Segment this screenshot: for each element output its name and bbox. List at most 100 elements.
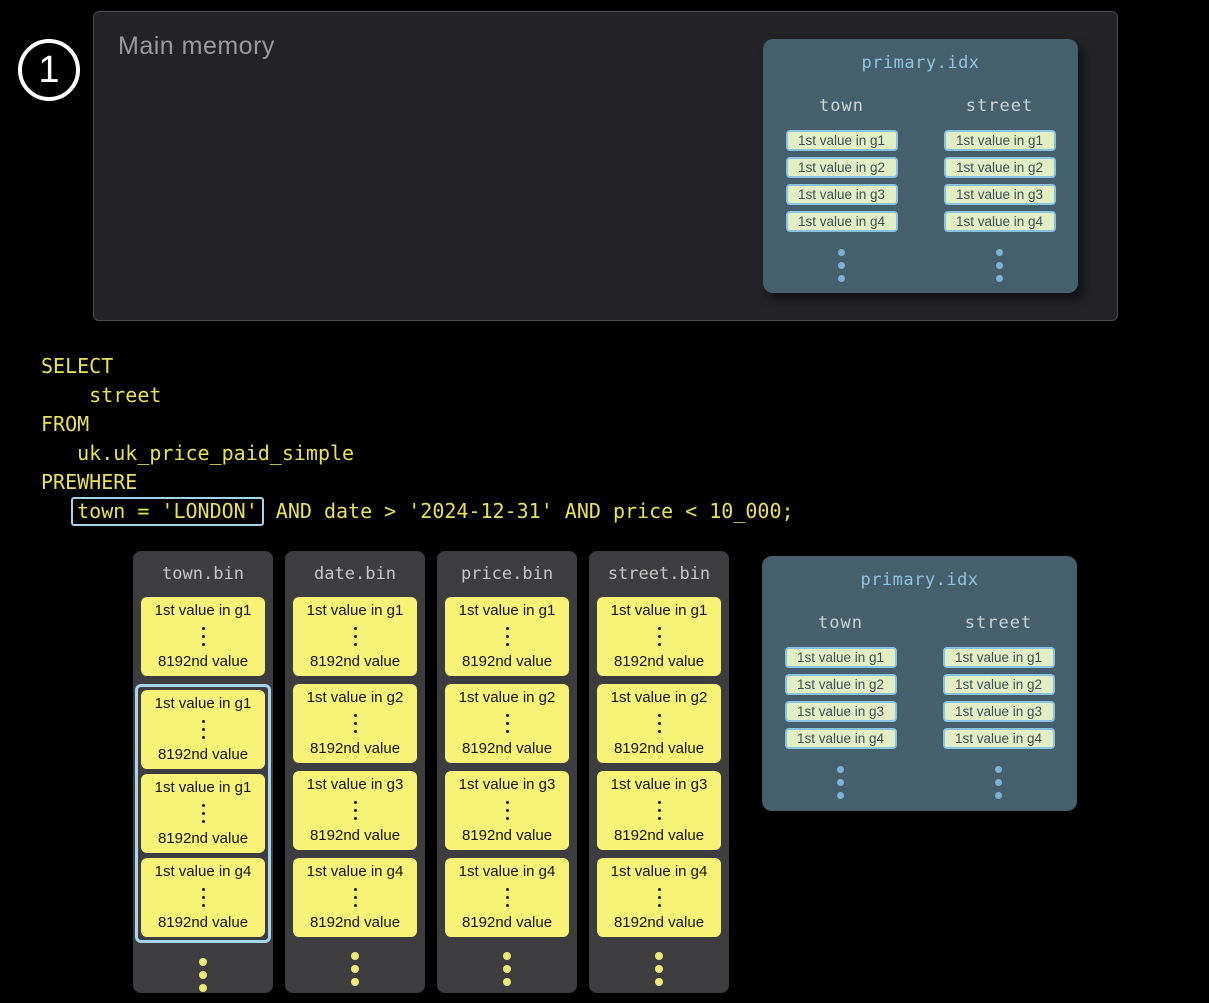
ellipsis-dots: [838, 246, 845, 285]
ellipsis-dot: [354, 627, 357, 630]
granule-first-value: 1st value in g1: [155, 696, 252, 711]
granule-last-value: 8192nd value: [158, 831, 248, 846]
pidx-column-header: street: [966, 96, 1033, 116]
sql-line: SELECT: [41, 352, 794, 381]
ellipsis-dots: [354, 885, 357, 909]
granule-last-value: 8192nd value: [310, 654, 400, 669]
ellipsis-dot: [658, 896, 661, 899]
granule-first-value: 1st value in g4: [459, 864, 556, 879]
index-entry-chip: 1st value in g2: [786, 157, 898, 178]
ellipsis-dot: [506, 904, 509, 907]
step-number-badge: 1: [18, 39, 80, 101]
ellipsis-dots: [589, 949, 729, 988]
granule-first-value: 1st value in g3: [459, 777, 556, 792]
ellipsis-dot: [655, 978, 663, 986]
column-file-town-bin: town.bin 1st value in g18192nd value1st …: [133, 551, 273, 993]
granule-first-value: 1st value in g2: [611, 690, 708, 705]
ellipsis-dot: [354, 801, 357, 804]
ellipsis-dot: [503, 952, 511, 960]
column-file-date-bin: date.bin 1st value in g18192nd value1st …: [285, 551, 425, 993]
granule-last-value: 8192nd value: [614, 654, 704, 669]
primary-idx-columns: town1st value in g11st value in g21st va…: [762, 613, 1077, 802]
ellipsis-dots: [133, 955, 273, 994]
primary-idx-columns: town1st value in g11st value in g21st va…: [763, 96, 1078, 285]
ellipsis-dot: [354, 896, 357, 899]
granule-block: 1st value in g18192nd value: [293, 597, 417, 676]
granule-first-value: 1st value in g2: [307, 690, 404, 705]
index-entry-chip: 1st value in g3: [944, 184, 1056, 205]
ellipsis-dots: [202, 885, 205, 909]
prewhere-highlight-box: town = 'LONDON': [71, 497, 264, 526]
main-memory-panel: Main memory primary.idx town1st value in…: [93, 11, 1118, 321]
granule-last-value: 8192nd value: [158, 654, 248, 669]
ellipsis-dots: [995, 763, 1002, 802]
column-file-price-bin: price.bin 1st value in g18192nd value1st…: [437, 551, 577, 993]
diagram-canvas: 1 Main memory primary.idx town1st value …: [0, 0, 1209, 1003]
ellipsis-dots: [506, 885, 509, 909]
ellipsis-dot: [506, 896, 509, 899]
ellipsis-dot: [996, 275, 1003, 282]
ellipsis-dot: [658, 801, 661, 804]
ellipsis-dots: [202, 717, 205, 741]
ellipsis-dots: [354, 711, 357, 735]
ellipsis-dots: [202, 801, 205, 825]
sql-line: uk.uk_price_paid_simple: [41, 439, 794, 468]
ellipsis-dots: [285, 949, 425, 988]
ellipsis-dot: [202, 635, 205, 638]
ellipsis-dot: [506, 809, 509, 812]
ellipsis-dots: [837, 763, 844, 802]
column-file-street-bin: street.bin 1st value in g18192nd value1s…: [589, 551, 729, 993]
ellipsis-dot: [655, 952, 663, 960]
ellipsis-dot: [838, 262, 845, 269]
ellipsis-dot: [354, 714, 357, 717]
sql-line-prewhere-predicates: town = 'LONDON' AND date > '2024-12-31' …: [41, 497, 794, 526]
index-entry-chip: 1st value in g4: [785, 728, 897, 749]
bin-title: town.bin: [133, 564, 273, 584]
ellipsis-dot: [202, 728, 205, 731]
sql-rest: AND date > '2024-12-31' AND price < 10_0…: [264, 499, 794, 523]
granule-block: 1st value in g18192nd value: [141, 774, 265, 853]
granule-last-value: 8192nd value: [310, 828, 400, 843]
ellipsis-dot: [837, 792, 844, 799]
main-memory-label: Main memory: [118, 32, 275, 61]
pidx-column-street: street1st value in g11st value in g21st …: [940, 96, 1060, 285]
granule-block: 1st value in g28192nd value: [293, 684, 417, 763]
ellipsis-dot: [658, 635, 661, 638]
granule-block: 1st value in g18192nd value: [445, 597, 569, 676]
ellipsis-dot: [658, 904, 661, 907]
pidx-column-town: town1st value in g11st value in g21st va…: [782, 96, 902, 285]
index-entry-chip: 1st value in g4: [786, 211, 898, 232]
ellipsis-dot: [506, 730, 509, 733]
ellipsis-dot: [506, 635, 509, 638]
ellipsis-dots: [658, 711, 661, 735]
ellipsis-dot: [658, 627, 661, 630]
granule-block: 1st value in g48192nd value: [141, 858, 265, 937]
granule-first-value: 1st value in g1: [155, 603, 252, 618]
ellipsis-dots: [354, 798, 357, 822]
sql-line: street: [41, 381, 794, 410]
ellipsis-dot: [658, 714, 661, 717]
granule-last-value: 8192nd value: [462, 915, 552, 930]
index-entry-chip: 1st value in g2: [785, 674, 897, 695]
ellipsis-dot: [658, 722, 661, 725]
granule-last-value: 8192nd value: [462, 654, 552, 669]
ellipsis-dot: [202, 736, 205, 739]
ellipsis-dot: [202, 904, 205, 907]
granule-block: 1st value in g38192nd value: [445, 771, 569, 850]
ellipsis-dot: [199, 958, 207, 966]
granule-last-value: 8192nd value: [462, 741, 552, 756]
ellipsis-dot: [202, 804, 205, 807]
ellipsis-dot: [202, 896, 205, 899]
ellipsis-dot: [838, 275, 845, 282]
granule-block: 1st value in g48192nd value: [293, 858, 417, 937]
index-entry-chip: 1st value in g3: [786, 184, 898, 205]
granule-first-value: 1st value in g4: [307, 864, 404, 879]
ellipsis-dot: [351, 978, 359, 986]
granule-last-value: 8192nd value: [158, 747, 248, 762]
index-entry-chip: 1st value in g3: [785, 701, 897, 722]
granule-last-value: 8192nd value: [158, 915, 248, 930]
ellipsis-dot: [658, 888, 661, 891]
primary-idx-box-top: primary.idx town1st value in g11st value…: [763, 39, 1078, 293]
ellipsis-dots: [658, 885, 661, 909]
granule-first-value: 1st value in g3: [611, 777, 708, 792]
